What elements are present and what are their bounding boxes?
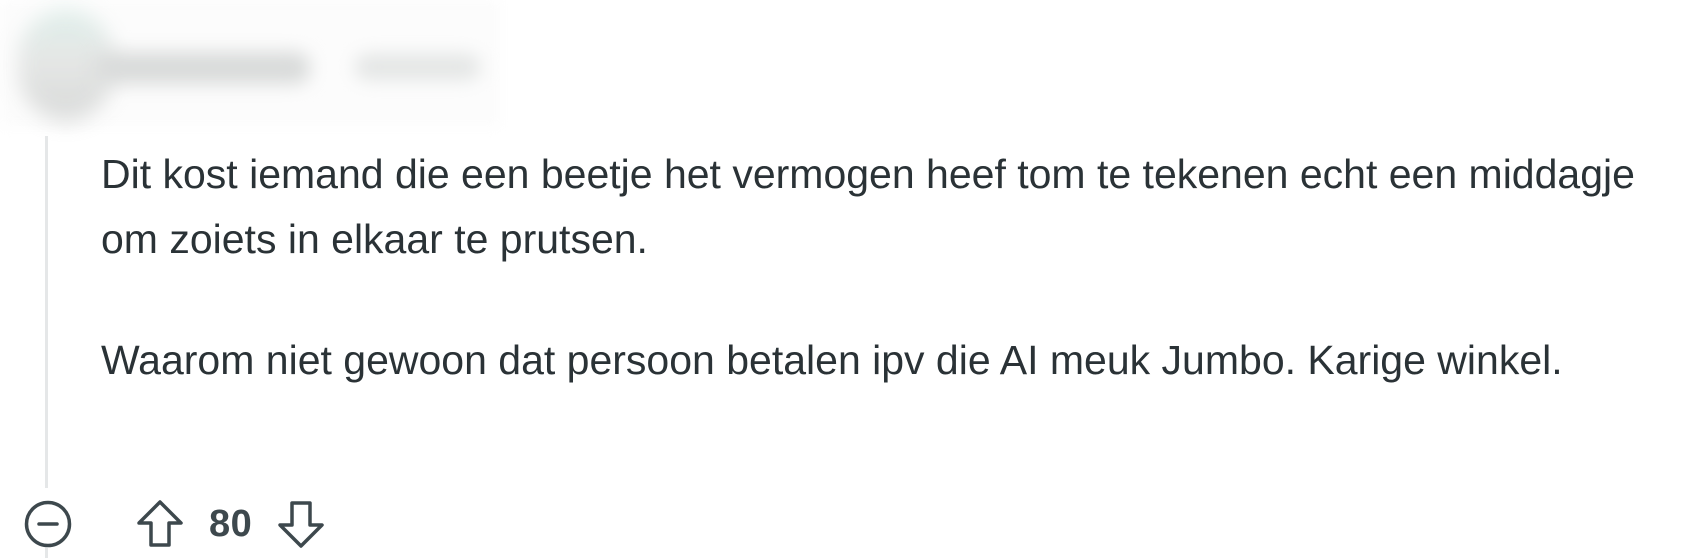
- comment-body: Dit kost iemand die een beetje het vermo…: [101, 142, 1698, 393]
- minus-circle-icon: [24, 500, 72, 548]
- comment-paragraph-1: Dit kost iemand die een beetje het vermo…: [101, 151, 1635, 262]
- comment-author-header: [0, 0, 500, 126]
- blurred-header-overlay: [0, 0, 500, 126]
- comment-action-bar: 80: [20, 496, 329, 552]
- downvote-button[interactable]: [273, 496, 329, 552]
- arrow-up-icon: [137, 500, 183, 547]
- vote-score: 80: [209, 502, 253, 545]
- upvote-button[interactable]: [132, 496, 188, 552]
- comment-paragraph-2: Waarom niet gewoon dat persoon betalen i…: [101, 337, 1563, 383]
- thread-line[interactable]: [45, 136, 48, 488]
- comment: Dit kost iemand die een beetje het vermo…: [0, 0, 1698, 558]
- arrow-down-icon: [278, 501, 325, 548]
- collapse-thread-button[interactable]: [20, 496, 76, 552]
